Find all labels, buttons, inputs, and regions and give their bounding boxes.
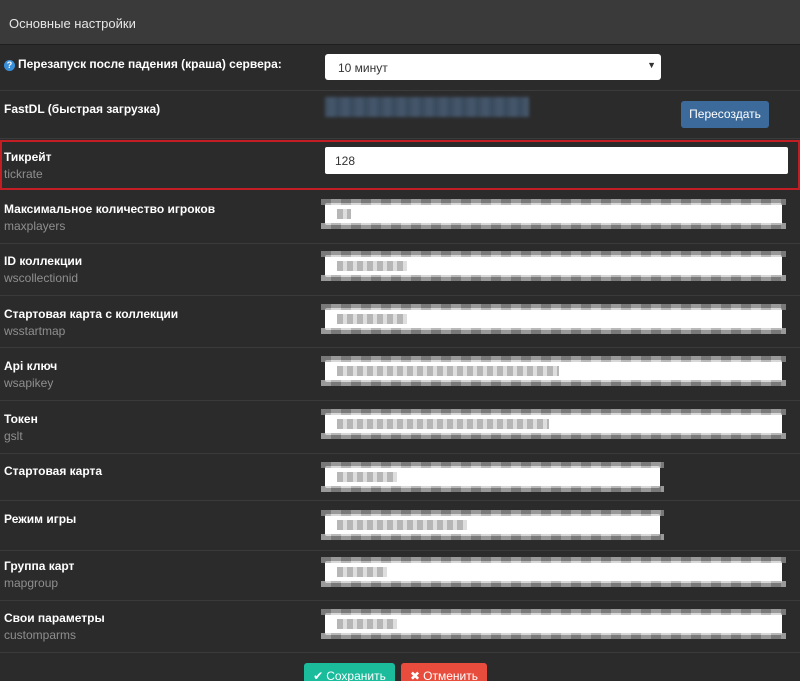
redacted-value: [337, 619, 397, 629]
redacted-value: [337, 419, 549, 429]
customparms-key: customparms: [4, 628, 77, 642]
redacted-value: [337, 261, 407, 271]
gslt-input[interactable]: [321, 409, 786, 439]
fastdl-url-redacted: [325, 97, 529, 117]
wsapikey-input[interactable]: [321, 356, 786, 386]
restart-select[interactable]: 10 минут ▼: [325, 54, 661, 80]
mapgroup-input[interactable]: [321, 557, 786, 587]
redacted-value: [337, 209, 351, 219]
gamemode-input[interactable]: [321, 510, 664, 540]
wsstartmap-key: wsstartmap: [4, 324, 66, 338]
startmap-label: Стартовая карта: [4, 464, 103, 478]
redacted-value: [337, 366, 559, 376]
panel-title: Основные настройки: [9, 16, 136, 31]
redacted-value: [337, 472, 397, 482]
question-circle-icon[interactable]: ?: [4, 60, 15, 71]
tickrate-value: 128: [335, 154, 356, 168]
wsstartmap-label: Стартовая карта с коллекции: [4, 307, 179, 321]
redacted-value: [337, 314, 407, 324]
restart-selected-value: 10 минут: [338, 61, 388, 75]
customparms-input[interactable]: [321, 609, 786, 639]
wsapikey-key: wsapikey: [4, 376, 54, 390]
times-icon: ✖: [410, 669, 421, 681]
gslt-label: Токен: [4, 412, 38, 426]
maxplayers-label: Максимальное количество игроков: [4, 202, 216, 216]
customparms-label: Свои параметры: [4, 611, 105, 625]
wsstartmap-input[interactable]: [321, 304, 786, 334]
recreate-button[interactable]: Пересоздать: [681, 101, 769, 128]
tickrate-label: Тикрейт: [4, 150, 52, 164]
settings-panel: Основные настройки ? Перезапуск после пад…: [0, 0, 800, 681]
redacted-value: [337, 567, 387, 577]
tickrate-key: tickrate: [4, 167, 43, 181]
check-icon: ✔: [313, 669, 324, 681]
wscollectionid-input[interactable]: [321, 251, 786, 281]
maxplayers-input[interactable]: [321, 199, 786, 229]
save-button[interactable]: ✔ Сохранить: [304, 663, 395, 681]
mapgroup-label: Группа карт: [4, 559, 75, 573]
mapgroup-key: mapgroup: [4, 576, 59, 590]
maxplayers-key: maxplayers: [4, 219, 66, 233]
panel-header: Основные настройки: [0, 0, 800, 45]
wscollectionid-label: ID коллекции: [4, 254, 83, 268]
restart-label: Перезапуск после падения (краша) сервера…: [18, 57, 282, 71]
cancel-button[interactable]: ✖ Отменить: [401, 663, 487, 681]
redacted-value: [337, 520, 467, 530]
chevron-down-icon: ▼: [647, 60, 656, 70]
fastdl-label: FastDL (быстрая загрузка): [4, 102, 161, 116]
tickrate-input[interactable]: 128: [325, 147, 788, 174]
wsapikey-label: Api ключ: [4, 359, 58, 373]
startmap-input[interactable]: [321, 462, 664, 492]
gamemode-label: Режим игры: [4, 512, 77, 526]
gslt-key: gslt: [4, 429, 23, 443]
wscollectionid-key: wscollectionid: [4, 271, 79, 285]
